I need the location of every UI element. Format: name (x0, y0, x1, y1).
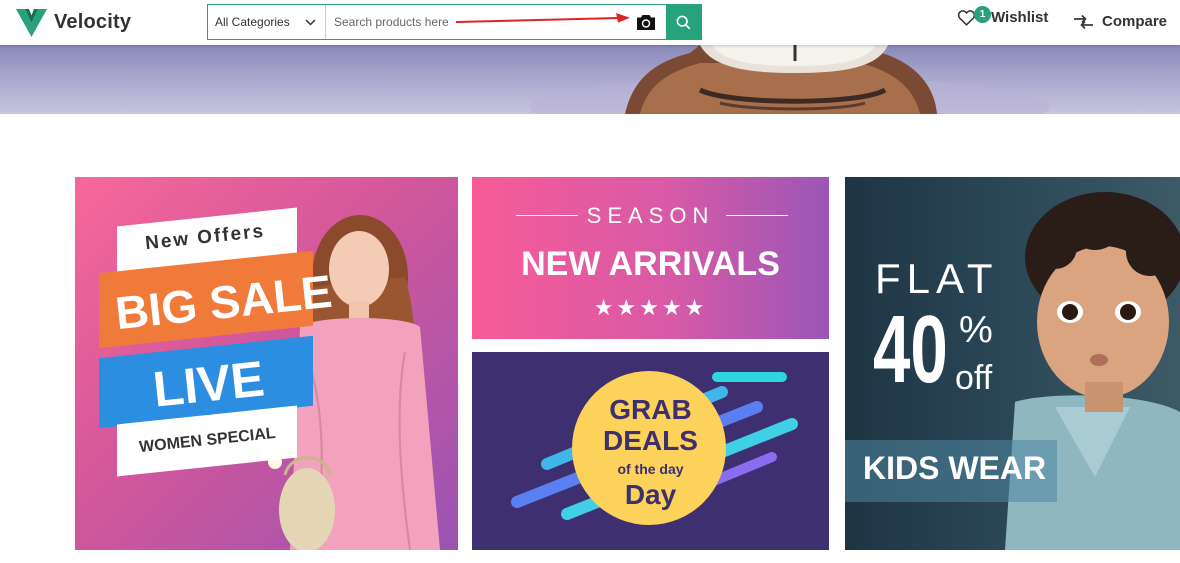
category-select-value: All Categories (215, 15, 290, 29)
wishlist-link[interactable]: 1 Wishlist (957, 6, 1049, 26)
top-header: Velocity All Categories Search products … (0, 0, 1180, 45)
wishlist-count-badge: 1 (974, 6, 991, 23)
deals-line-4: Day (624, 479, 677, 510)
arrivals-line-2: NEW ARRIVALS (521, 245, 780, 283)
kids-line-3: % (959, 309, 993, 351)
wishlist-label: Wishlist (991, 9, 1049, 26)
kids-line-4: off (955, 359, 993, 397)
category-select[interactable]: All Categories (208, 5, 326, 39)
deals-line-1: GRAB (609, 394, 692, 425)
search-button[interactable] (666, 5, 701, 39)
search-icon (676, 15, 691, 29)
watch-illustration (530, 45, 1050, 114)
kids-line-2: 40 (873, 296, 948, 403)
sale-line-3: LIVE (150, 350, 267, 418)
search-bar: All Categories (207, 4, 702, 40)
search-input-wrapper (326, 5, 666, 39)
banner-big-sale[interactable]: New Offers BIG SALE LIVE WOMEN SPECIAL (75, 177, 458, 550)
compare-link[interactable]: Compare (1073, 13, 1167, 30)
brand-name: Velocity (54, 10, 132, 33)
banner-new-arrivals[interactable]: SEASON NEW ARRIVALS ★★★★★ (472, 177, 829, 339)
camera-icon[interactable] (636, 14, 656, 31)
banner-kids-wear[interactable]: FLAT 40 % off KIDS WEAR (845, 177, 1180, 550)
compare-arrows-icon (1074, 14, 1093, 29)
arrivals-stars: ★★★★★ (593, 295, 708, 320)
deals-line-3: of the day (617, 461, 684, 477)
compare-label: Compare (1102, 13, 1168, 30)
banner-grab-deals[interactable]: GRAB DEALS of the day Day (472, 352, 829, 550)
kids-line-5: KIDS WEAR (863, 450, 1047, 486)
heart-icon (957, 10, 976, 26)
velocity-logo-icon (16, 9, 47, 37)
arrivals-line-1: SEASON (586, 203, 715, 228)
deals-line-2: DEALS (603, 425, 698, 456)
hero-banner-image[interactable] (0, 45, 1180, 114)
chevron-down-icon (305, 18, 316, 26)
brand-logo[interactable]: Velocity (16, 7, 131, 37)
search-input[interactable] (326, 5, 666, 39)
